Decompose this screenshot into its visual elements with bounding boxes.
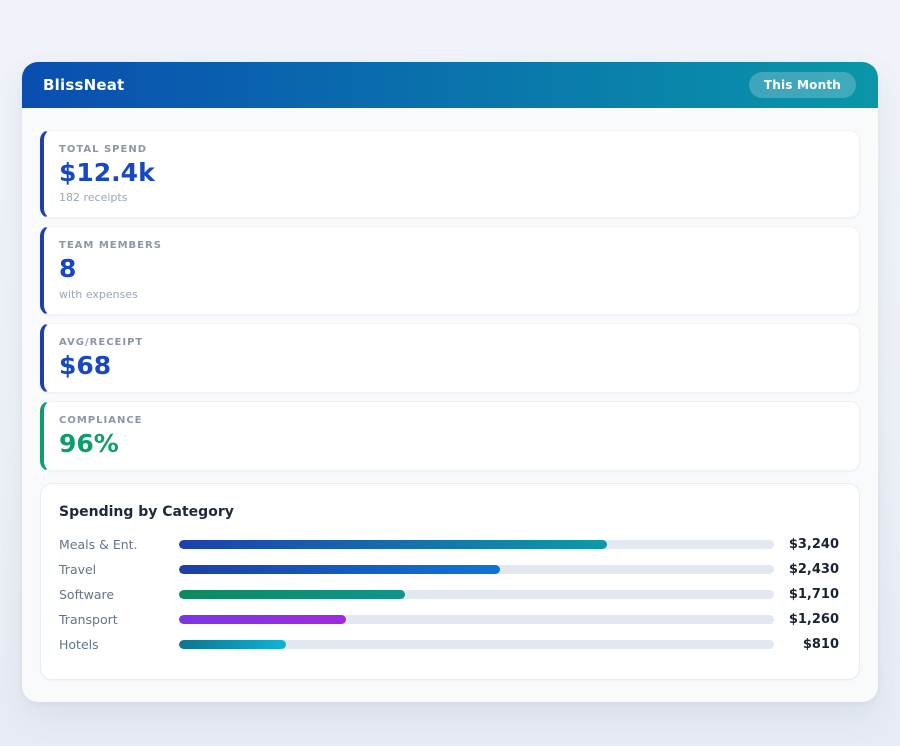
bar-track [179, 615, 774, 624]
app-body: TOTAL SPEND $12.4k 182 receipts TEAM MEM… [22, 108, 878, 702]
bar-fill-meals [179, 540, 607, 549]
stat-card-avg-receipt: AVG/RECEIPT $68 [40, 323, 860, 393]
stat-card-total-spend: TOTAL SPEND $12.4k 182 receipts [40, 130, 860, 218]
stat-label: AVG/RECEIPT [59, 337, 841, 348]
stat-card-compliance: COMPLIANCE 96% [40, 401, 860, 471]
stat-label: COMPLIANCE [59, 415, 841, 426]
stat-subtext: 182 receipts [59, 191, 841, 204]
bar-fill-travel [179, 565, 500, 574]
stat-value: $12.4k [59, 160, 841, 186]
stat-card-team-members: TEAM MEMBERS 8 with expenses [40, 226, 860, 314]
bar-fill-transport [179, 615, 346, 624]
category-label: Transport [59, 612, 179, 627]
category-label: Travel [59, 562, 179, 577]
spend-row-transport: Transport $1,260 [59, 607, 839, 632]
stat-value: $68 [59, 353, 841, 379]
spend-row-software: Software $1,710 [59, 582, 839, 607]
spend-row-travel: Travel $2,430 [59, 557, 839, 582]
bar-track [179, 540, 774, 549]
stat-label: TOTAL SPEND [59, 144, 841, 155]
panel-title: Spending by Category [59, 504, 839, 520]
spending-by-category-panel: Spending by Category Meals & Ent. $3,240… [40, 483, 860, 680]
page-background: { "header": { "title": "BlissNeat", "bad… [0, 0, 900, 746]
spend-row-meals: Meals & Ent. $3,240 [59, 532, 839, 557]
app-header: BlissNeat This Month [22, 62, 878, 108]
category-label: Software [59, 587, 179, 602]
stat-value: 96% [59, 431, 841, 457]
category-amount: $1,260 [784, 612, 839, 627]
category-label: Hotels [59, 637, 179, 652]
category-label: Meals & Ent. [59, 537, 179, 552]
bar-fill-software [179, 590, 405, 599]
bar-track [179, 565, 774, 574]
category-amount: $1,710 [784, 587, 839, 602]
stat-label: TEAM MEMBERS [59, 240, 841, 251]
bar-fill-hotels [179, 640, 286, 649]
spend-row-hotels: Hotels $810 [59, 632, 839, 657]
period-badge[interactable]: This Month [749, 72, 856, 98]
app-title: BlissNeat [43, 76, 124, 94]
dashboard-card: BlissNeat This Month TOTAL SPEND $12.4k … [22, 62, 878, 702]
category-amount: $2,430 [784, 562, 839, 577]
bar-track [179, 590, 774, 599]
category-amount: $3,240 [784, 537, 839, 552]
stat-subtext: with expenses [59, 288, 841, 301]
bar-track [179, 640, 774, 649]
stat-value: 8 [59, 256, 841, 282]
category-amount: $810 [784, 637, 839, 652]
